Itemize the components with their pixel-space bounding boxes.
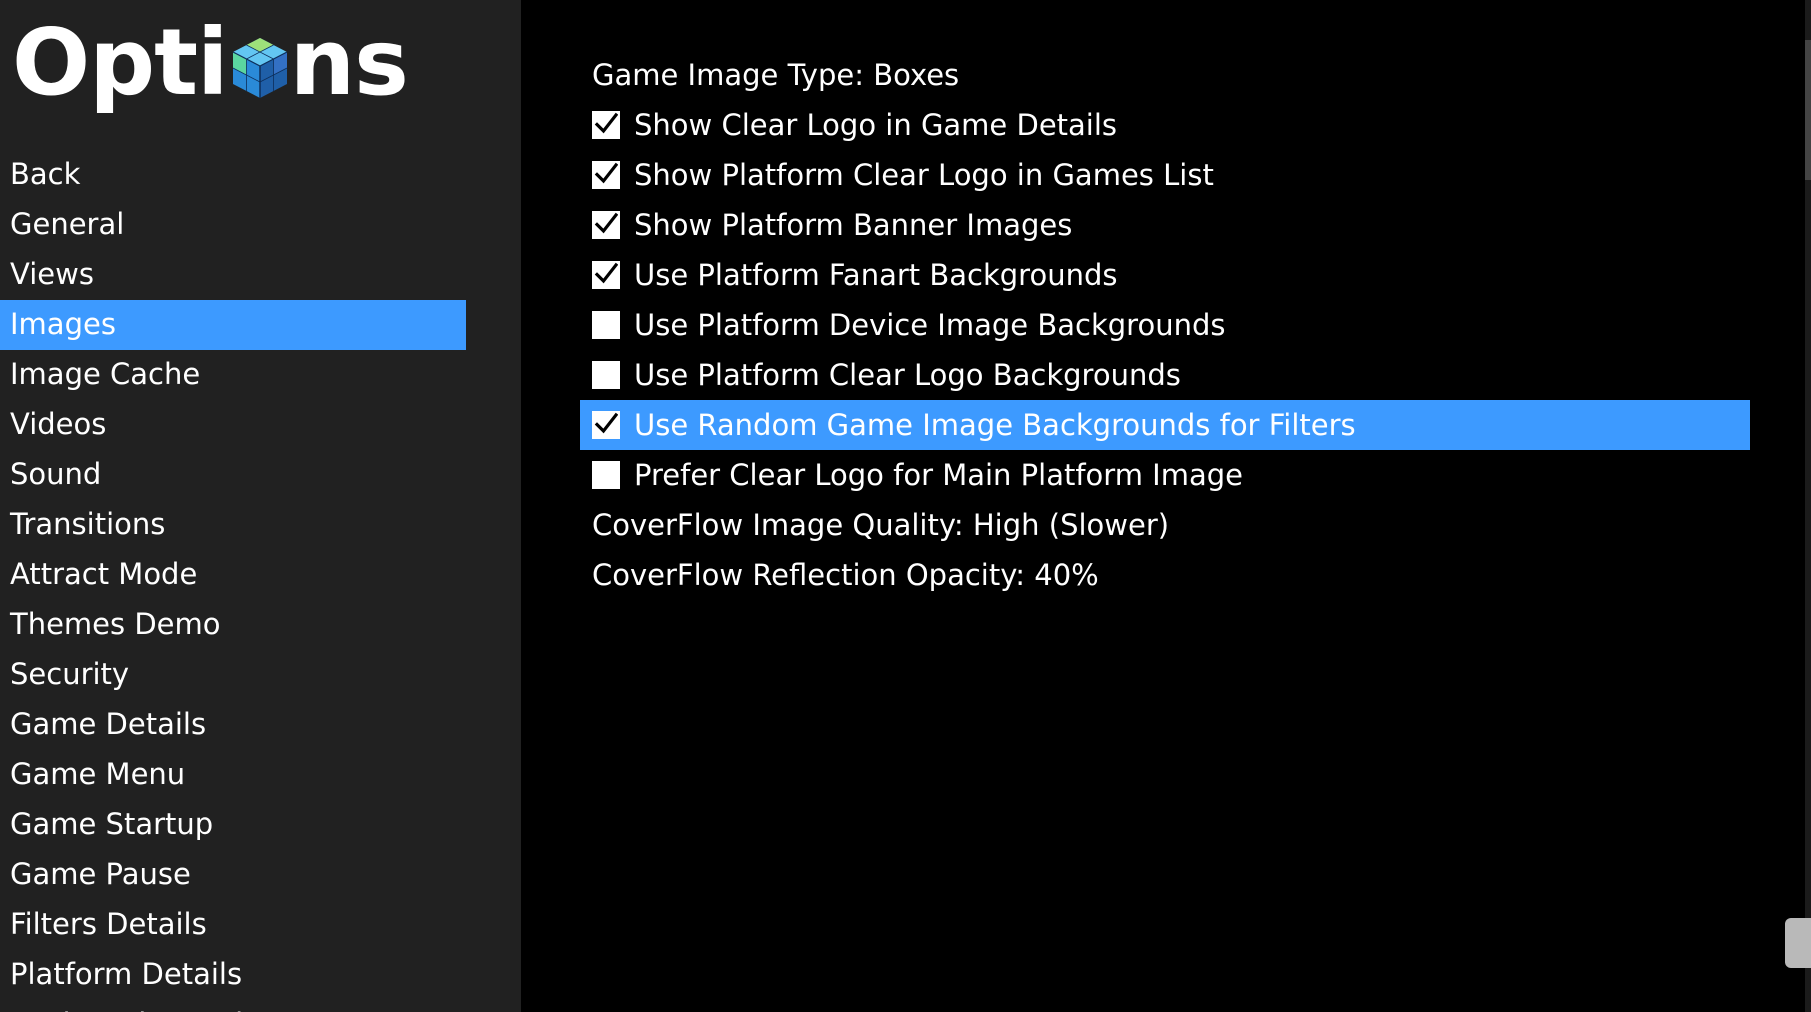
sidebar-item-game-pause[interactable]: Game Pause <box>0 850 466 900</box>
option-label: CoverFlow Image Quality: High (Slower) <box>592 508 1170 542</box>
option-label: Game Image Type: Boxes <box>592 58 960 92</box>
checkbox-checked[interactable] <box>592 411 620 439</box>
sidebar-item-transitions[interactable]: Transitions <box>0 500 466 550</box>
side-handle[interactable] <box>1785 918 1811 968</box>
sidebar-item-game-menu[interactable]: Game Menu <box>0 750 466 800</box>
sidebar-item-sound[interactable]: Sound <box>0 450 466 500</box>
scrollbar[interactable] <box>1805 0 1811 1012</box>
option-checkbox-use-platform-device-image-backgrounds[interactable]: Use Platform Device Image Backgrounds <box>580 300 1750 350</box>
sidebar-item-filters-details[interactable]: Filters Details <box>0 900 466 950</box>
option-label: CoverFlow Reflection Opacity: 40% <box>592 558 1099 592</box>
checkbox-unchecked[interactable] <box>592 311 620 339</box>
option-label: Use Random Game Image Backgrounds for Fi… <box>634 408 1356 442</box>
checkbox-unchecked[interactable] <box>592 461 620 489</box>
sidebar-item-image-cache[interactable]: Image Cache <box>0 350 466 400</box>
option-checkbox-prefer-clear-logo-for-main-platform-image[interactable]: Prefer Clear Logo for Main Platform Imag… <box>580 450 1750 500</box>
options-panel: Game Image Type: Boxes Show Clear Logo in… <box>580 50 1750 600</box>
sidebar-item-back[interactable]: Back <box>0 150 466 200</box>
sidebar-item-platform-details[interactable]: Platform Details <box>0 950 466 1000</box>
sidebar-item-images[interactable]: Images <box>0 300 466 350</box>
checkbox-checked[interactable] <box>592 111 620 139</box>
check-icon <box>594 212 618 234</box>
options-logo: Opti ns <box>12 0 409 125</box>
sidebar-item-videos[interactable]: Videos <box>0 400 466 450</box>
option-checkbox-show-platform-clear-logo-in-games-list[interactable]: Show Platform Clear Logo in Games List <box>580 150 1750 200</box>
option-value-coverflow-image-quality-high-slower[interactable]: CoverFlow Image Quality: High (Slower) <box>580 500 1750 550</box>
check-icon <box>594 412 618 434</box>
sidebar-item-game-details[interactable]: Game Details <box>0 700 466 750</box>
cube-icon <box>232 37 287 98</box>
sidebar-item-general[interactable]: General <box>0 200 466 250</box>
check-icon <box>594 162 618 184</box>
option-value-coverflow-reflection-opacity-40[interactable]: CoverFlow Reflection Opacity: 40% <box>580 550 1750 600</box>
check-icon <box>594 262 618 284</box>
check-icon <box>594 112 618 134</box>
option-label: Use Platform Device Image Backgrounds <box>634 308 1226 342</box>
option-value-game-image-type-boxes[interactable]: Game Image Type: Boxes <box>580 50 1750 100</box>
option-checkbox-use-platform-clear-logo-backgrounds[interactable]: Use Platform Clear Logo Backgrounds <box>580 350 1750 400</box>
sidebar-item-security[interactable]: Security <box>0 650 466 700</box>
sidebar-item-views[interactable]: Views <box>0 250 466 300</box>
sidebar-item-keyboard-mapping[interactable]: Keyboard Mapping <box>0 1000 466 1012</box>
option-checkbox-use-random-game-image-backgrounds-for-filters[interactable]: Use Random Game Image Backgrounds for Fi… <box>580 400 1750 450</box>
sidebar: Opti ns Back General Views Images Image Cach… <box>0 0 521 1012</box>
option-checkbox-show-platform-banner-images[interactable]: Show Platform Banner Images <box>580 200 1750 250</box>
sidebar-item-attract-mode[interactable]: Attract Mode <box>0 550 466 600</box>
logo-text-right: ns <box>289 8 409 116</box>
option-label: Use Platform Fanart Backgrounds <box>634 258 1118 292</box>
checkbox-checked[interactable] <box>592 161 620 189</box>
option-label: Show Platform Clear Logo in Games List <box>634 158 1214 192</box>
option-label: Prefer Clear Logo for Main Platform Imag… <box>634 458 1243 492</box>
option-label: Show Clear Logo in Game Details <box>634 108 1118 142</box>
options-menu: Back General Views Images Image Cache Videos S… <box>0 150 466 1012</box>
sidebar-item-themes-demo[interactable]: Themes Demo <box>0 600 466 650</box>
checkbox-checked[interactable] <box>592 261 620 289</box>
option-label: Show Platform Banner Images <box>634 208 1073 242</box>
option-label: Use Platform Clear Logo Backgrounds <box>634 358 1181 392</box>
scrollbar-thumb[interactable] <box>1805 40 1811 180</box>
checkbox-checked[interactable] <box>592 211 620 239</box>
checkbox-unchecked[interactable] <box>592 361 620 389</box>
option-checkbox-show-clear-logo-in-game-details[interactable]: Show Clear Logo in Game Details <box>580 100 1750 150</box>
sidebar-item-game-startup[interactable]: Game Startup <box>0 800 466 850</box>
logo-text-left: Opti <box>12 8 229 116</box>
option-checkbox-use-platform-fanart-backgrounds[interactable]: Use Platform Fanart Backgrounds <box>580 250 1750 300</box>
